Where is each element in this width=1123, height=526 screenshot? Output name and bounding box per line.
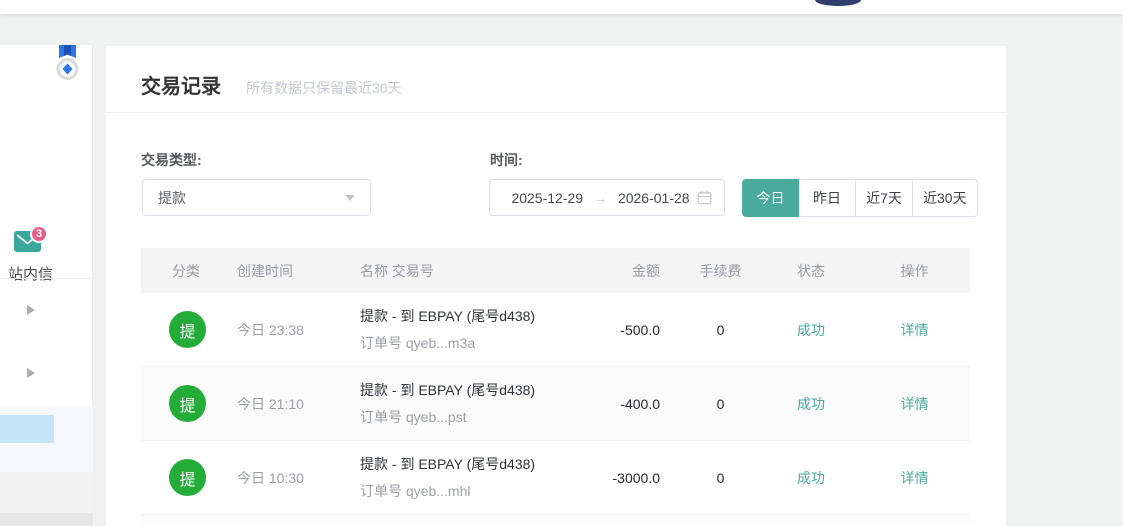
category-cell: 提 bbox=[141, 385, 237, 422]
category-cell: 提 bbox=[141, 311, 237, 348]
range-arrow-icon: → bbox=[591, 190, 611, 206]
fee-value: 0 bbox=[660, 396, 781, 412]
col-amount: 金额 bbox=[600, 261, 660, 281]
table-row: 提 今日 21:10 提款 - 到 EBPAY (尾号d438) 订单号 qye… bbox=[141, 367, 970, 441]
created-time: 今日 23:38 bbox=[237, 320, 360, 340]
table-row: 提 今日 10:30 提款 - 到 EBPAY (尾号d438) 订单号 qye… bbox=[141, 441, 970, 515]
transaction-records-panel: 交易记录 所有数据只保留最近30天 交易类型: 提款 时间: 2025-12-2… bbox=[106, 46, 1006, 526]
details-link[interactable]: 详情 bbox=[841, 320, 970, 340]
fee-value: 0 bbox=[660, 470, 781, 486]
time-label: 时间: bbox=[490, 150, 523, 170]
created-time: 今日 21:10 bbox=[237, 394, 360, 414]
transaction-name: 提款 - 到 EBPAY (尾号d438) bbox=[360, 306, 600, 326]
col-action: 操作 bbox=[841, 261, 970, 281]
sidebar-block bbox=[0, 513, 93, 526]
page-title: 交易记录 bbox=[141, 70, 221, 99]
range-button-today[interactable]: 今日 bbox=[742, 179, 799, 217]
transaction-name: 提款 - 到 EBPAY (尾号d438) bbox=[360, 380, 600, 400]
withdraw-badge-icon: 提 bbox=[169, 385, 206, 422]
name-cell: 提款 - 到 EBPAY (尾号d438) 订单号 qyeb...m3a bbox=[360, 306, 600, 353]
order-number: 订单号 qyeb...mhl bbox=[360, 481, 600, 501]
sidebar-submenu-section bbox=[0, 407, 93, 472]
table-header: 分类 创建时间 名称 交易号 金额 手续费 状态 操作 bbox=[141, 248, 970, 293]
left-sidebar: 3 站内信 bbox=[0, 45, 93, 526]
expand-arrow-icon[interactable] bbox=[27, 368, 35, 378]
selected-type-value: 提款 bbox=[158, 188, 345, 208]
next-row-partial bbox=[141, 515, 970, 523]
details-link[interactable]: 详情 bbox=[841, 394, 970, 414]
sidebar-block bbox=[0, 472, 93, 513]
withdraw-badge-icon: 提 bbox=[169, 459, 206, 496]
page-subtitle: 所有数据只保留最近30天 bbox=[246, 78, 402, 98]
name-cell: 提款 - 到 EBPAY (尾号d438) 订单号 qyeb...mhl bbox=[360, 454, 600, 501]
range-button-30days[interactable]: 近30天 bbox=[913, 179, 978, 217]
name-cell: 提款 - 到 EBPAY (尾号d438) 订单号 qyeb...pst bbox=[360, 380, 600, 427]
sidebar-item-label: 站内信 bbox=[8, 263, 53, 284]
user-avatar[interactable] bbox=[815, 0, 861, 6]
sidebar-active-highlight[interactable] bbox=[0, 415, 54, 443]
order-number: 订单号 qyeb...m3a bbox=[360, 333, 600, 353]
fee-value: 0 bbox=[660, 322, 781, 338]
status-badge: 成功 bbox=[781, 394, 841, 414]
chevron-down-icon bbox=[345, 195, 355, 201]
unread-count-badge: 3 bbox=[30, 225, 48, 243]
created-time: 今日 10:30 bbox=[237, 468, 360, 488]
transaction-name: 提款 - 到 EBPAY (尾号d438) bbox=[360, 454, 600, 474]
top-navbar bbox=[0, 0, 1123, 14]
expand-arrow-icon[interactable] bbox=[27, 305, 35, 315]
amount-value: -400.0 bbox=[600, 396, 660, 412]
order-number: 订单号 qyeb...pst bbox=[360, 407, 600, 427]
range-button-7days[interactable]: 近7天 bbox=[856, 179, 913, 217]
status-badge: 成功 bbox=[781, 468, 841, 488]
col-status: 状态 bbox=[781, 261, 841, 281]
quick-range-button-group: 今日 昨日 近7天 近30天 bbox=[742, 179, 978, 217]
category-cell: 提 bbox=[141, 459, 237, 496]
amount-value: -500.0 bbox=[600, 322, 660, 338]
status-badge: 成功 bbox=[781, 320, 841, 340]
transaction-type-select[interactable]: 提款 bbox=[142, 179, 371, 216]
table-row: 提 今日 23:38 提款 - 到 EBPAY (尾号d438) 订单号 qye… bbox=[141, 293, 970, 367]
transactions-table: 分类 创建时间 名称 交易号 金额 手续费 状态 操作 提 今日 23:38 提… bbox=[141, 248, 970, 523]
details-link[interactable]: 详情 bbox=[841, 468, 970, 488]
calendar-icon bbox=[697, 190, 712, 205]
date-range-picker[interactable]: 2025-12-29 → 2026-01-28 bbox=[489, 179, 725, 216]
medal-icon bbox=[56, 45, 79, 84]
withdraw-badge-icon: 提 bbox=[169, 311, 206, 348]
date-start-input[interactable]: 2025-12-29 bbox=[504, 190, 591, 206]
header-divider bbox=[106, 112, 1006, 113]
sidebar-divider bbox=[0, 278, 93, 279]
col-category: 分类 bbox=[141, 261, 237, 281]
range-button-yesterday[interactable]: 昨日 bbox=[799, 179, 856, 217]
transaction-type-label: 交易类型: bbox=[141, 150, 202, 170]
amount-value: -3000.0 bbox=[600, 470, 660, 486]
date-end-input[interactable]: 2026-01-28 bbox=[611, 190, 698, 206]
col-created: 创建时间 bbox=[237, 261, 360, 281]
col-fee: 手续费 bbox=[660, 261, 781, 281]
col-name: 名称 交易号 bbox=[360, 261, 600, 281]
envelope-icon: 3 bbox=[14, 231, 41, 252]
